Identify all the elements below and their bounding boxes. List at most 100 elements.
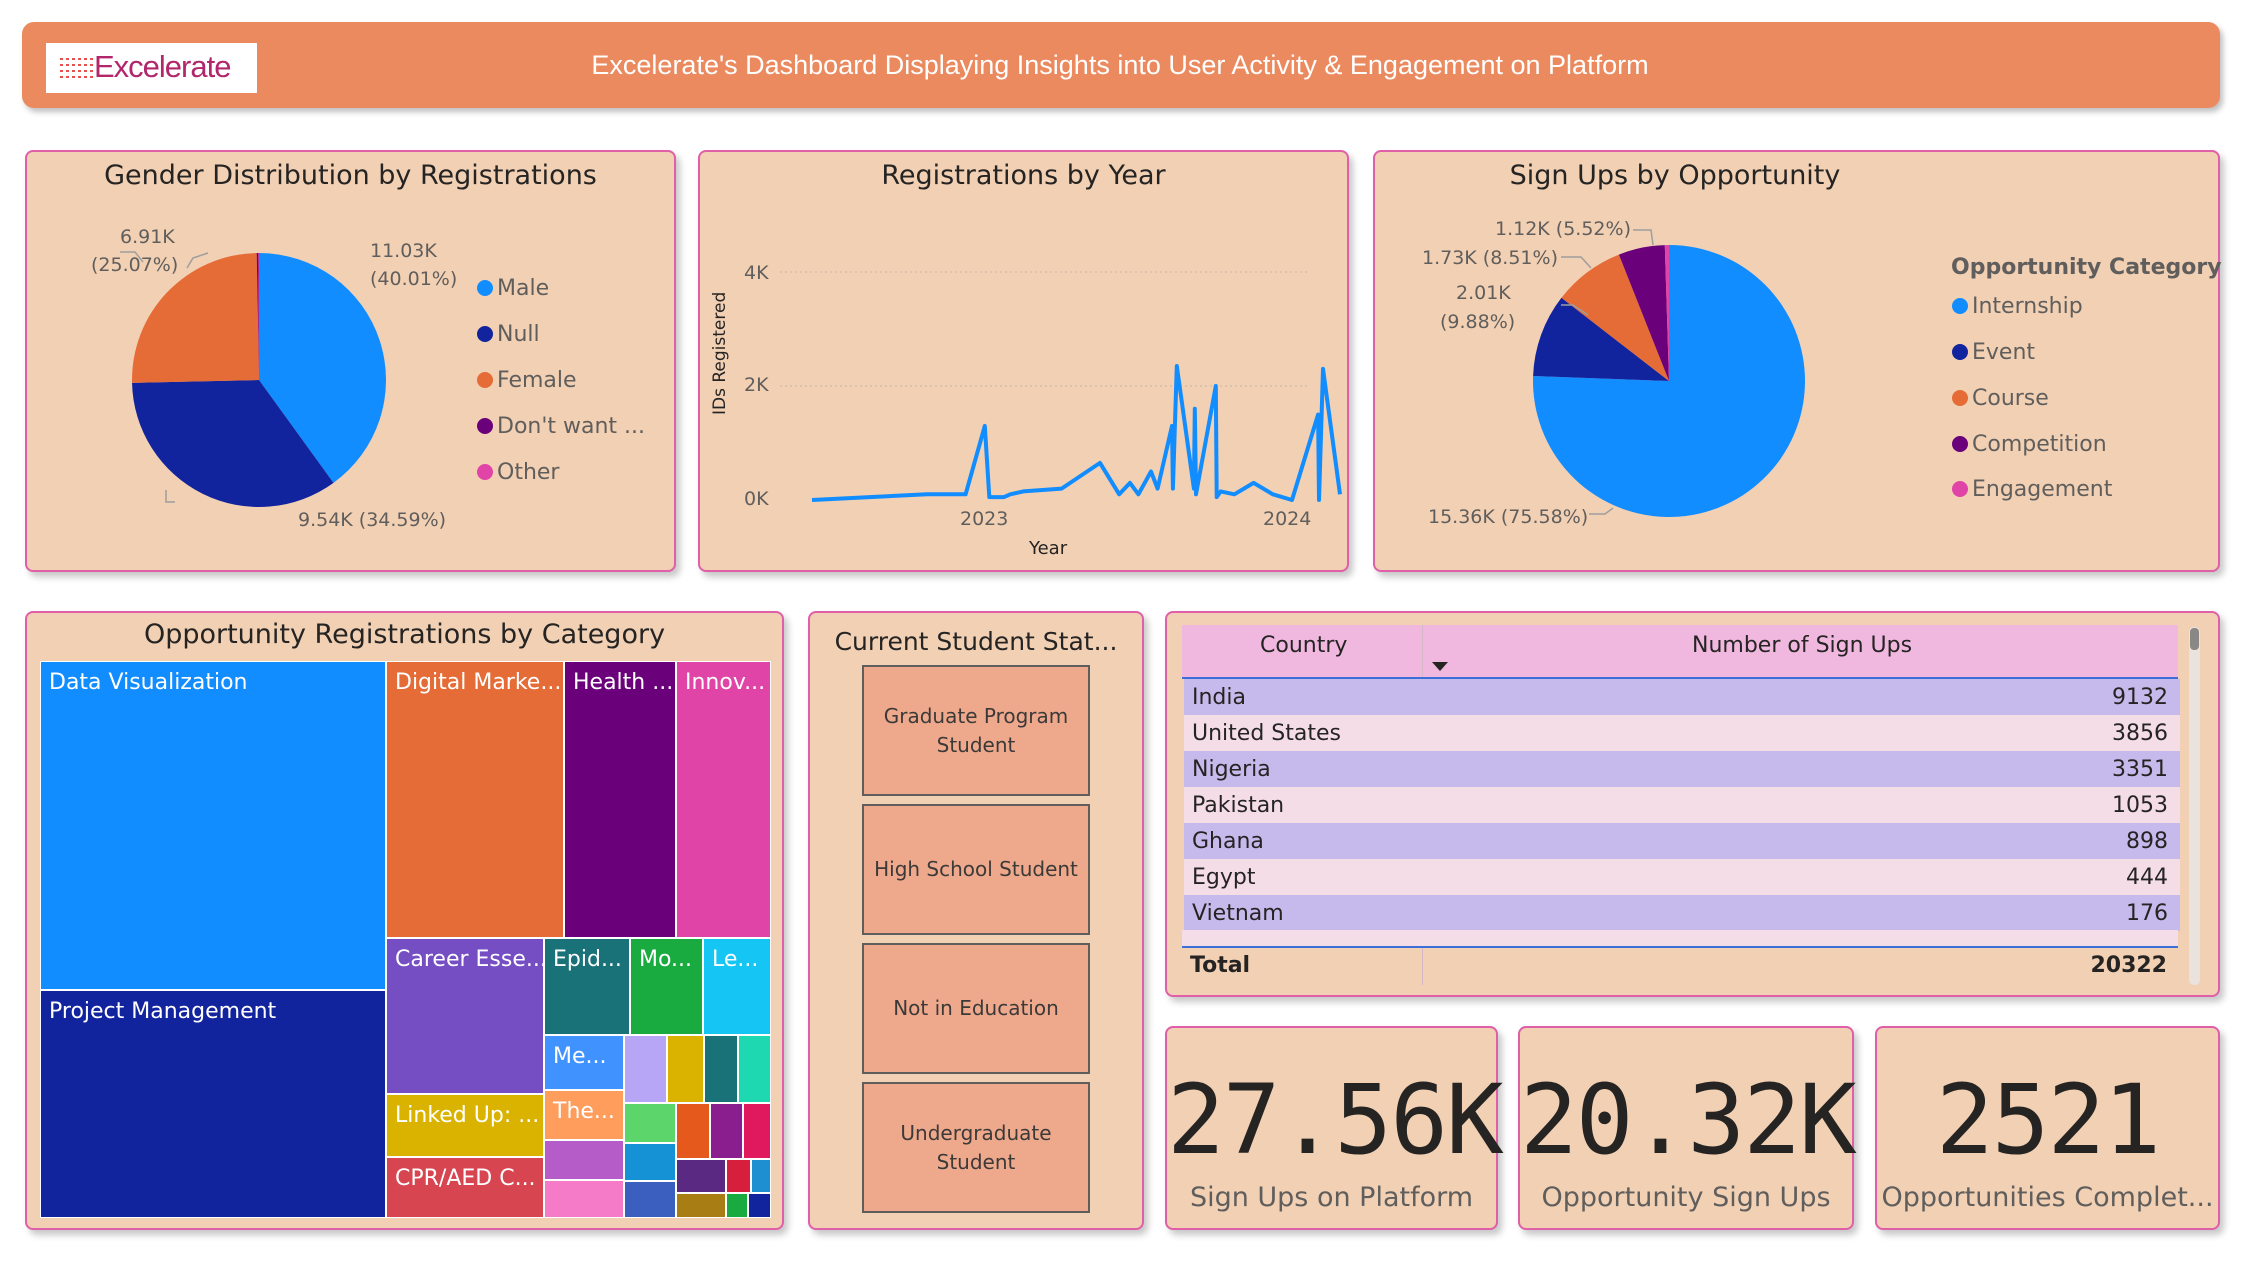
status-option-label: Graduate Program Student	[884, 702, 1069, 760]
tile-small-red[interactable]	[726, 1159, 751, 1193]
country-cell: Ghana	[1192, 829, 1264, 854]
legend-engagement-label: Engagement	[1972, 477, 2113, 502]
kpi-label: Opportunity Sign Ups	[1541, 1182, 1831, 1213]
legend-item-course[interactable]: Course	[1952, 386, 2049, 411]
internship-data-label: 15.36K (75.58%)	[1428, 506, 1589, 528]
tile-small-navy[interactable]	[748, 1193, 771, 1218]
tile-data-visualization[interactable]: Data Visualization	[40, 661, 386, 990]
total-label: Total	[1190, 953, 1251, 978]
column-header-sign-ups[interactable]: Number of Sign Ups	[1692, 633, 1912, 658]
legend-item-other[interactable]: Other	[477, 460, 559, 485]
status-option-not-in-education[interactable]: Not in Education	[862, 943, 1090, 1074]
table-row[interactable]: United States 3856	[1184, 715, 2180, 751]
legend-event-swatch	[1952, 344, 1968, 360]
table-scrollbar-thumb[interactable]	[2190, 628, 2199, 650]
legend-item-competition[interactable]: Competition	[1952, 432, 2107, 457]
tile-small-lavender[interactable]	[624, 1035, 667, 1103]
tile-small-aqua[interactable]	[738, 1035, 771, 1103]
kpi-card-opportunity-signups[interactable]: 20.32K Opportunity Sign Ups	[1518, 1026, 1857, 1230]
country-cell: Egypt	[1192, 865, 1256, 890]
x-axis-title: Year	[1029, 538, 1068, 559]
country-cell: India	[1192, 685, 1246, 710]
table-row[interactable]: Nigeria 3351	[1184, 751, 2180, 787]
tile-epidemiology[interactable]: Epid...	[544, 938, 630, 1035]
tile-career-essentials[interactable]: Career Esse...	[386, 938, 544, 1094]
legend-internship-label: Internship	[1972, 294, 2083, 319]
sort-descending-icon[interactable]	[1432, 662, 1448, 671]
registrations-line-chart[interactable]	[698, 150, 1349, 572]
legend-item-null[interactable]: Null	[477, 322, 540, 347]
legend-engagement-swatch	[1952, 481, 1968, 497]
tile-small-brown[interactable]	[676, 1193, 726, 1218]
tile-small-pink[interactable]	[544, 1180, 624, 1218]
kpi-value: 2521	[1935, 1064, 2161, 1176]
tile-mo[interactable]: Mo...	[630, 938, 703, 1035]
status-option-undergraduate[interactable]: Undergraduate Student	[862, 1082, 1090, 1213]
legend-dont-want-label: Don't want ...	[497, 414, 646, 439]
course-data-label: 1.73K (8.51%)	[1422, 247, 1558, 269]
legend-female-label: Female	[497, 368, 577, 393]
legend-item-female[interactable]: Female	[477, 368, 577, 393]
tile-digital-marketing[interactable]: Digital Marke...	[386, 661, 564, 938]
legend-competition-swatch	[1952, 436, 1968, 452]
tile-small-blue[interactable]	[624, 1143, 676, 1181]
table-row[interactable]: Ghana 898	[1184, 823, 2180, 859]
table-row[interactable]: Egypt 444	[1184, 859, 2180, 895]
tile-label: Health ...	[573, 670, 674, 695]
tile-linked-up[interactable]: Linked Up: ...	[386, 1094, 544, 1157]
table-row[interactable]: India 9132	[1184, 679, 2180, 715]
legend-item-internship[interactable]: Internship	[1952, 294, 2083, 319]
tile-label: Digital Marke...	[395, 670, 562, 695]
legend-female-swatch	[477, 372, 493, 388]
status-option-high-school[interactable]: High School Student	[862, 804, 1090, 935]
tile-small-purple[interactable]	[710, 1103, 743, 1159]
legend-internship-swatch	[1952, 298, 1968, 314]
tile-small-teal[interactable]	[704, 1035, 738, 1103]
tile-small-orchid[interactable]	[544, 1140, 624, 1180]
column-header-country[interactable]: Country	[1260, 633, 1347, 658]
legend-male-swatch	[477, 280, 493, 296]
country-cell: Pakistan	[1192, 793, 1285, 818]
signups-cell: 9132	[2112, 685, 2168, 710]
y-tick-4k: 4K	[744, 262, 769, 284]
tile-cpr-aed[interactable]: CPR/AED C...	[386, 1157, 544, 1218]
tile-label: Data Visualization	[49, 670, 248, 695]
tile-small-orange[interactable]	[676, 1103, 710, 1159]
legend-item-male[interactable]: Male	[477, 276, 549, 301]
kpi-card-opportunities-completed[interactable]: 2521 Opportunities Complet...	[1875, 1026, 2220, 1230]
status-option-label: Undergraduate Student	[900, 1119, 1051, 1177]
tile-label: Linked Up: ...	[395, 1103, 540, 1128]
kpi-card-signups-platform[interactable]: 27.56K Sign Ups on Platform	[1165, 1026, 1504, 1230]
tile-small-green2[interactable]	[726, 1193, 748, 1218]
legend-item-event[interactable]: Event	[1952, 340, 2035, 365]
tile-label: The...	[553, 1099, 615, 1124]
tile-label: Le...	[712, 947, 759, 972]
tile-small-mustard[interactable]	[667, 1035, 704, 1103]
signups-cell: 898	[2126, 829, 2168, 854]
tile-small-royal[interactable]	[624, 1181, 676, 1218]
tile-small-green[interactable]	[624, 1103, 676, 1143]
tile-le[interactable]: Le...	[703, 938, 771, 1035]
table-row[interactable]: Pakistan 1053	[1184, 787, 2180, 823]
tile-health[interactable]: Health ...	[564, 661, 676, 938]
table-scrollbar-track[interactable]	[2189, 627, 2200, 985]
tile-small-crimson[interactable]	[743, 1103, 771, 1159]
tile-small-indigo[interactable]	[676, 1159, 726, 1193]
tile-project-management[interactable]: Project Management	[40, 990, 386, 1218]
legend-item-engagement[interactable]: Engagement	[1952, 477, 2112, 502]
logo: Excelerate	[46, 43, 257, 93]
tile-innovation[interactable]: Innov...	[676, 661, 771, 938]
status-option-graduate[interactable]: Graduate Program Student	[862, 665, 1090, 796]
treemap[interactable]: Data Visualization Project Management Di…	[40, 661, 771, 1218]
kpi-value: 27.56K	[1167, 1064, 1504, 1176]
legend-item-dont-want[interactable]: Don't want ...	[477, 414, 645, 439]
tile-me[interactable]: Me...	[544, 1035, 624, 1090]
tile-the[interactable]: The...	[544, 1090, 624, 1140]
country-cell: Nigeria	[1192, 757, 1271, 782]
status-option-line: Undergraduate	[900, 1120, 1052, 1145]
table-row[interactable]: Vietnam 176	[1184, 895, 2180, 931]
signups-cell: 444	[2126, 865, 2168, 890]
y-tick-0k: 0K	[744, 488, 769, 510]
tile-small-sky[interactable]	[751, 1159, 771, 1193]
legend-event-label: Event	[1972, 340, 2036, 365]
